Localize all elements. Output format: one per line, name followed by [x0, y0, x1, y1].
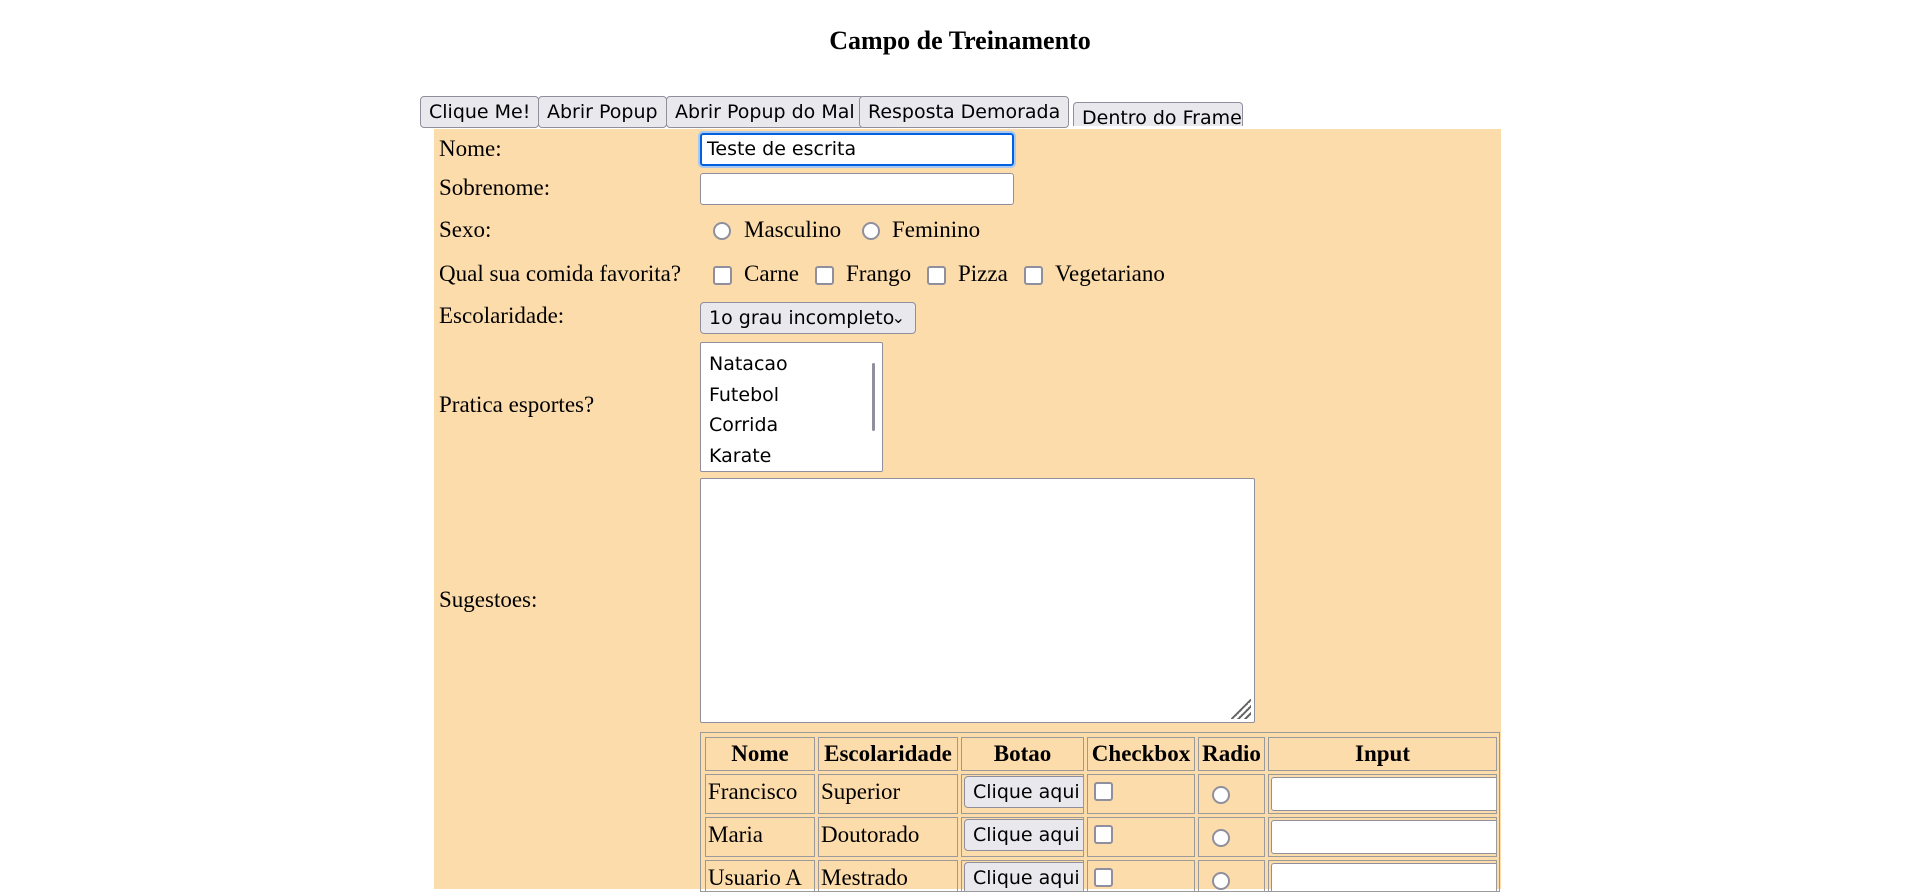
comida-frango-checkbox[interactable]: [815, 266, 834, 285]
table-header-input: Input: [1268, 737, 1497, 771]
row-clique-aqui-button[interactable]: Clique aqui: [964, 776, 1083, 808]
sexo-label: Sexo:: [439, 217, 492, 242]
table-cell-checkbox: [1087, 774, 1195, 814]
page-title: Campo de Treinamento: [829, 26, 1091, 55]
row-checkbox[interactable]: [1094, 868, 1113, 887]
esportes-label: Pratica esportes?: [439, 392, 595, 417]
esportes-option[interactable]: Futebol: [701, 380, 882, 411]
table-cell-checkbox: [1087, 817, 1195, 857]
resize-grip-icon[interactable]: [1231, 699, 1251, 719]
sobrenome-label: Sobrenome:: [439, 175, 551, 200]
dentro-do-frame-button[interactable]: Dentro do Frame: [1073, 102, 1243, 126]
esportes-option[interactable]: Natacao: [701, 349, 882, 380]
table-header-nome: Nome: [705, 737, 815, 771]
comida-pizza-label: Pizza: [958, 261, 1008, 286]
row-checkbox[interactable]: [1094, 782, 1113, 801]
comida-label: Qual sua comida favorita?: [439, 261, 682, 286]
sugestoes-textarea[interactable]: [700, 478, 1255, 723]
table-cell-escolaridade: Doutorado: [818, 817, 958, 857]
table-header-radio: Radio: [1198, 737, 1265, 771]
table-cell-escolaridade: Mestrado: [818, 860, 958, 891]
table-cell-radio: [1198, 860, 1265, 891]
esportes-listbox[interactable]: Natacao Futebol Corrida Karate: [700, 342, 883, 472]
abrir-popup-button[interactable]: Abrir Popup: [538, 96, 667, 128]
row-clique-aqui-button[interactable]: Clique aqui: [964, 819, 1083, 851]
resposta-demorada-button[interactable]: Resposta Demorada: [859, 96, 1070, 128]
esportes-option[interactable]: Karate: [701, 441, 882, 472]
table-cell-checkbox: [1087, 860, 1195, 891]
table-cell-radio: [1198, 774, 1265, 814]
sugestoes-label: Sugestoes:: [439, 587, 538, 612]
iframe: Dentro do Frame: [1073, 102, 1243, 126]
row-text-input[interactable]: [1271, 777, 1496, 811]
comida-carne-checkbox[interactable]: [713, 266, 732, 285]
sexo-masculino-radio[interactable]: [713, 222, 731, 240]
table-header-botao: Botao: [961, 737, 1084, 771]
table-header-checkbox: Checkbox: [1087, 737, 1195, 771]
comida-vegetariano-label: Vegetariano: [1055, 261, 1165, 286]
sobrenome-input[interactable]: [700, 173, 1014, 205]
table-cell-botao: Clique aqui: [961, 860, 1084, 891]
table-cell-escolaridade: Superior: [818, 774, 958, 814]
table-cell-botao: Clique aqui: [961, 774, 1084, 814]
row-clique-aqui-button[interactable]: Clique aqui: [964, 862, 1083, 891]
table-cell-input: [1268, 774, 1497, 814]
table-cell-botao: Clique aqui: [961, 817, 1084, 857]
sexo-masculino-label: Masculino: [744, 217, 842, 242]
sexo-feminino-radio[interactable]: [862, 222, 880, 240]
chevron-down-icon: ⌄: [891, 308, 905, 327]
escolaridade-label: Escolaridade:: [439, 303, 565, 328]
comida-carne-label: Carne: [744, 261, 799, 286]
table-cell-nome: Maria: [705, 817, 815, 857]
table-cell-radio: [1198, 817, 1265, 857]
sexo-feminino-label: Feminino: [892, 217, 981, 242]
table-cell-input: [1268, 860, 1497, 891]
table-header-escolaridade: Escolaridade: [818, 737, 958, 771]
row-radio[interactable]: [1212, 872, 1230, 890]
table-cell-nome: Francisco: [705, 774, 815, 814]
row-radio[interactable]: [1212, 786, 1230, 804]
escolaridade-selected-value: 1o grau incompleto: [709, 307, 895, 329]
nome-label: Nome:: [439, 136, 502, 161]
row-radio[interactable]: [1212, 829, 1230, 847]
table-cell-nome: Usuario A: [705, 860, 815, 891]
esportes-option[interactable]: Corrida: [701, 410, 882, 441]
comida-vegetariano-checkbox[interactable]: [1024, 266, 1043, 285]
escolaridade-select[interactable]: 1o grau incompleto ⌄: [700, 302, 916, 334]
comida-frango-label: Frango: [846, 261, 912, 286]
users-table: Nome Escolaridade Botao Checkbox Radio I…: [700, 732, 1500, 892]
row-text-input[interactable]: [1271, 820, 1496, 854]
abrir-popup-do-mal-button[interactable]: Abrir Popup do Mal: [666, 96, 864, 128]
clique-me-button[interactable]: Clique Me!: [420, 96, 540, 128]
row-text-input[interactable]: [1271, 863, 1496, 891]
nome-input[interactable]: Teste de escrita: [698, 131, 1016, 168]
table-cell-input: [1268, 817, 1497, 857]
comida-pizza-checkbox[interactable]: [927, 266, 946, 285]
row-checkbox[interactable]: [1094, 825, 1113, 844]
listbox-scrollbar[interactable]: [872, 363, 875, 431]
